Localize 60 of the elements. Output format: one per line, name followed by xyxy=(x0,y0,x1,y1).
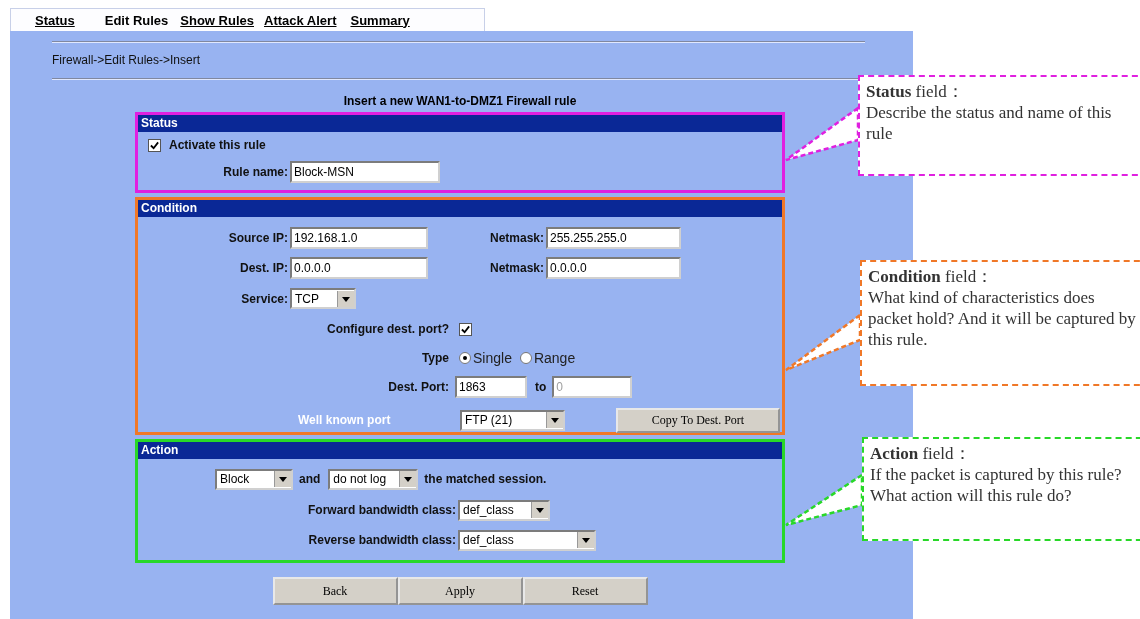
callout-title: Condition field： xyxy=(868,266,995,287)
form-button[interactable]: Reset xyxy=(522,577,648,605)
dest-port-field[interactable]: 1863 xyxy=(455,376,527,398)
checkbox[interactable] xyxy=(459,322,472,336)
field-label: Dest. Port: xyxy=(387,380,449,394)
caret-icon[interactable] xyxy=(399,471,417,487)
log-dropdown[interactable]: do not log xyxy=(328,468,419,490)
field-label: Netmask: xyxy=(488,261,544,275)
copy-button[interactable]: Copy To Dest. Port xyxy=(616,407,780,433)
form-title: Insert a new WAN1-to-DMZ1 Firewall rule xyxy=(342,94,578,108)
tab[interactable]: Summary xyxy=(346,10,414,30)
netmask-field[interactable]: 255.255.255.0 xyxy=(546,227,681,249)
field-label: Dest. IP: xyxy=(239,261,288,275)
field-label: Source IP: xyxy=(227,231,288,245)
callout-title: Action field： xyxy=(870,443,972,464)
rule-name-field[interactable]: Block-MSN xyxy=(290,161,440,183)
caret-icon[interactable] xyxy=(337,290,354,307)
service-dropdown[interactable]: TCP xyxy=(290,288,356,309)
bandwidth-dropdown[interactable]: def_class xyxy=(458,499,550,521)
caret-icon[interactable] xyxy=(577,532,594,548)
field-label: Reverse bandwidth class: xyxy=(307,533,456,547)
dest-ip-field[interactable]: 0.0.0.0 xyxy=(290,257,428,279)
tab[interactable]: Show Rules xyxy=(176,10,258,30)
checkbox-label: Activate this rule xyxy=(169,138,266,152)
tab[interactable]: Attack Alert xyxy=(260,10,341,30)
radio-button[interactable] xyxy=(519,352,532,364)
tab[interactable]: Edit Rules xyxy=(100,10,173,30)
callout-text: Describe the status and name of this rule xyxy=(866,102,1113,144)
field-label: Configure dest. port? xyxy=(326,322,449,336)
field-label: Type xyxy=(420,351,449,365)
caret-icon[interactable] xyxy=(546,412,563,428)
callout-title: Status field： xyxy=(866,81,965,102)
field-label: and xyxy=(299,472,321,486)
radio-label: Range xyxy=(533,350,576,366)
caret-icon[interactable] xyxy=(274,471,291,487)
tab[interactable]: Status xyxy=(31,10,79,30)
section-header: Condition xyxy=(138,200,782,217)
field-label: Forward bandwidth class: xyxy=(306,503,456,517)
port-dropdown[interactable]: FTP (21) xyxy=(460,409,565,431)
field-label: to xyxy=(535,380,547,394)
form-button[interactable]: Back xyxy=(272,577,398,605)
field-label: Rule name: xyxy=(222,165,288,179)
bandwidth-dropdown[interactable]: def_class xyxy=(458,529,596,551)
form-button[interactable]: Apply xyxy=(397,577,523,605)
field-label: Well known port xyxy=(297,413,392,427)
netmask-field[interactable]: 0.0.0.0 xyxy=(546,257,681,279)
callout-text: What kind of characteristics does packet hold? And it will be captured by this rule. xyxy=(868,287,1137,350)
field-label: the matched session. xyxy=(424,472,547,486)
checkbox[interactable] xyxy=(148,138,161,152)
radio-label: Single xyxy=(473,350,512,366)
field-label: Service: xyxy=(240,291,288,306)
caret-icon[interactable] xyxy=(531,502,548,518)
section-header: Action xyxy=(138,442,782,459)
callout-text: If the packet is captured by this rule? What action will this rule do? xyxy=(870,464,1123,506)
breadcrumb: Firewall->Edit Rules->Insert xyxy=(52,53,202,68)
source-ip-field[interactable]: 192.168.1.0 xyxy=(290,227,428,249)
field-label: Netmask: xyxy=(488,231,544,245)
action-dropdown[interactable]: Block xyxy=(215,468,293,490)
radio-button[interactable] xyxy=(459,352,471,364)
section-header: Status xyxy=(138,115,782,132)
